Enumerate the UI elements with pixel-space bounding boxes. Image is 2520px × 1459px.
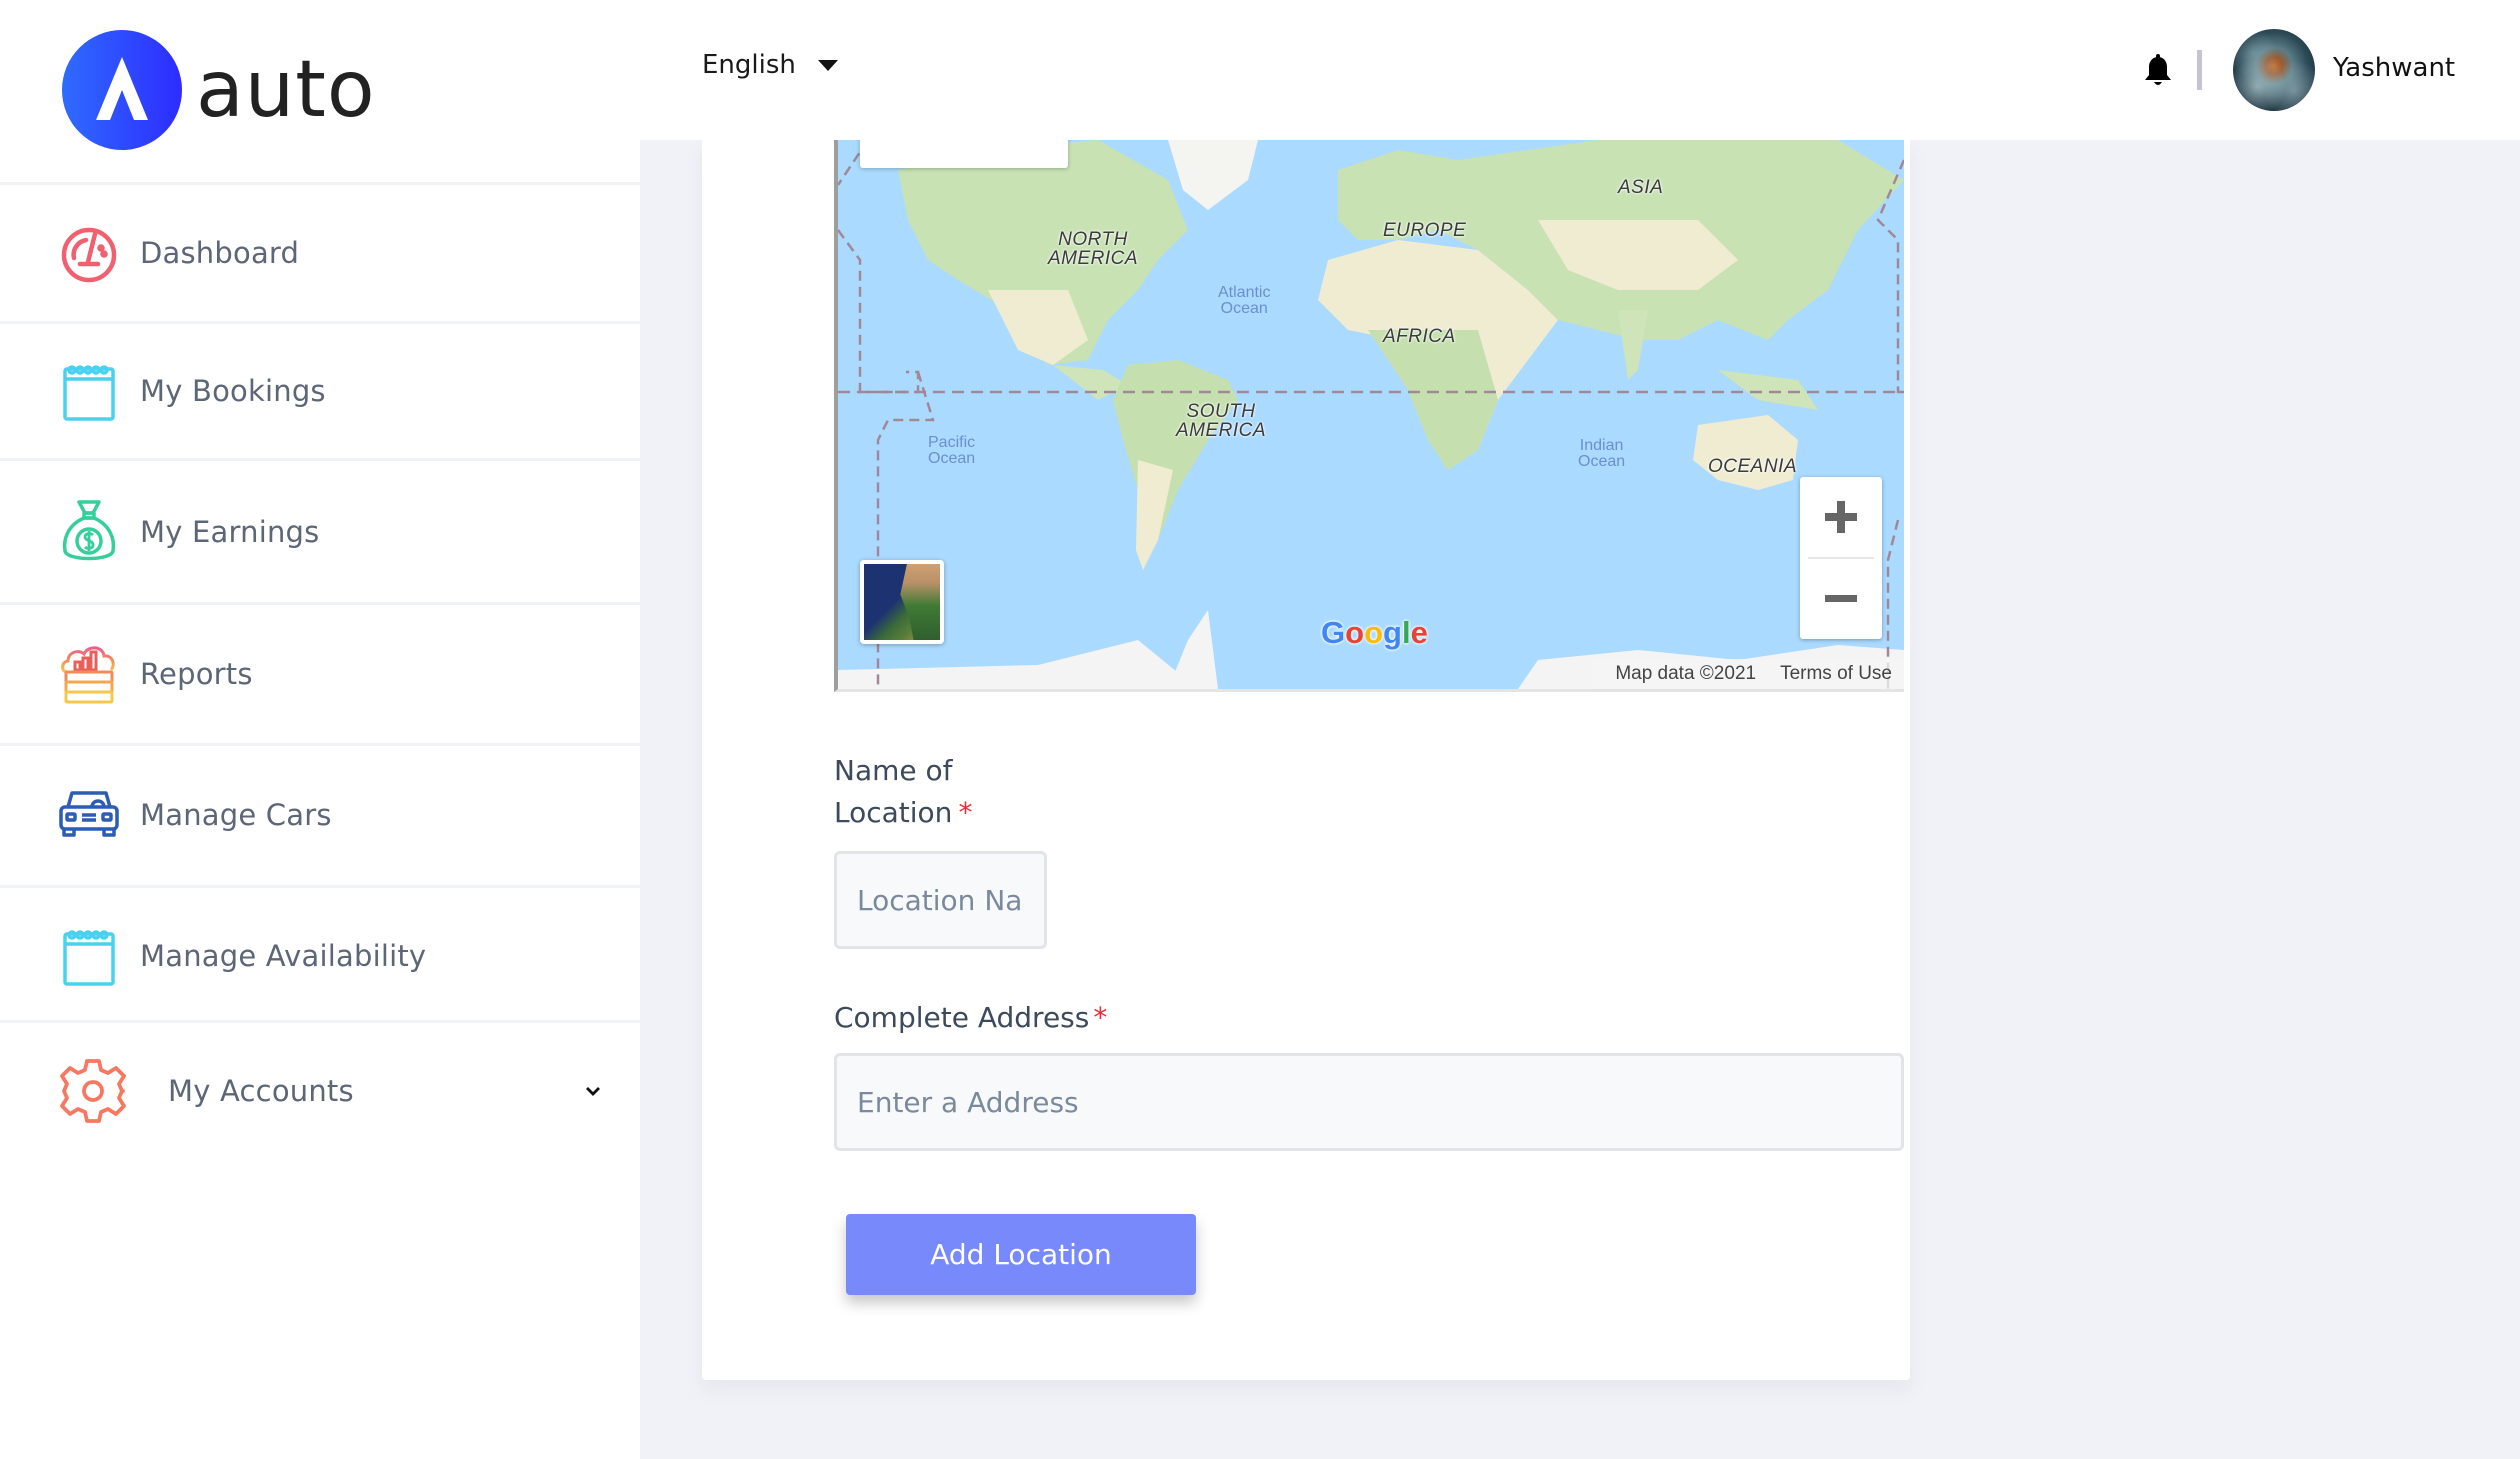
brand-name: auto: [196, 45, 376, 135]
address-label: Complete Address *: [834, 1001, 1108, 1034]
header-divider: [2197, 50, 2202, 90]
address-input[interactable]: [834, 1053, 1904, 1151]
sidebar-item-my-bookings[interactable]: My Bookings: [0, 324, 640, 458]
map-label-asia: ASIA: [1618, 177, 1664, 198]
required-asterisk: *: [958, 796, 973, 829]
australia-shape: [1693, 415, 1798, 490]
google-logo-letter: l: [1401, 615, 1411, 650]
map-label-south-america: SOUTH AMERICA: [1176, 401, 1267, 441]
main-content: NORTH AMERICA SOUTH AMERICA EUROPE AFRICA …: [640, 140, 2520, 1459]
sidebar-item-manage-availability[interactable]: Manage Availability: [0, 888, 640, 1024]
google-map[interactable]: NORTH AMERICA SOUTH AMERICA EUROPE AFRICA …: [834, 140, 1904, 692]
map-label-africa: AFRICA: [1383, 326, 1456, 347]
location-name-label: Name of Location *: [834, 754, 973, 829]
greenland-shape: [1168, 140, 1258, 210]
map-label-north-america: NORTH AMERICA: [1048, 229, 1139, 269]
sidebar-item-my-earnings[interactable]: My Earnings: [0, 461, 640, 602]
sidebar-item-label: Manage Availability: [140, 939, 427, 973]
google-logo-letter: g: [1383, 615, 1402, 650]
sidebar-item-label: My Earnings: [140, 514, 320, 549]
top-header: auto English Yashwant: [0, 0, 2520, 150]
google-logo-letter: e: [1410, 615, 1428, 650]
add-location-button[interactable]: Add Location: [846, 1214, 1196, 1295]
sidebar-item-dashboard[interactable]: Dashboard: [0, 185, 640, 321]
chevron-down-icon[interactable]: [584, 1082, 602, 1101]
user-avatar[interactable]: [2233, 29, 2315, 111]
logo-mark-icon: [62, 30, 182, 150]
gear-icon: [58, 1056, 128, 1126]
bell-icon[interactable]: [2142, 54, 2174, 88]
user-name[interactable]: Yashwant: [2333, 53, 2455, 83]
google-logo-letter: G: [1321, 615, 1346, 650]
sidebar-item-label: Dashboard: [140, 236, 300, 270]
language-selected: English: [702, 50, 796, 80]
speedometer-icon: [58, 220, 120, 286]
sidebar-item-manage-cars[interactable]: Manage Cars: [0, 746, 640, 884]
calendar-icon: [58, 923, 120, 989]
money-bag-icon: [58, 499, 120, 565]
google-logo-letter: o: [1364, 615, 1383, 650]
map-data-text: Map data ©2021: [1615, 663, 1757, 684]
map-label-atlantic: Atlantic Ocean: [1218, 284, 1271, 317]
zoom-in-button[interactable]: [1800, 477, 1882, 557]
zoom-out-button[interactable]: [1800, 559, 1882, 639]
sidebar: Dashboard My Bookings My Earnings Report…: [0, 140, 640, 1459]
google-logo: Google: [1321, 615, 1428, 651]
minus-icon: [1825, 595, 1857, 602]
sidebar-item-reports[interactable]: Reports: [0, 605, 640, 743]
view-larger-map-box: View larger map: [860, 140, 1068, 168]
india-shape: [1618, 310, 1648, 380]
map-attribution: Map data ©2021 Terms of Use: [1591, 659, 1904, 689]
plus-icon: [1825, 501, 1857, 533]
map-label-europe: EUROPE: [1383, 220, 1467, 241]
sidebar-item-label: Manage Cars: [140, 798, 332, 832]
add-location-card: NORTH AMERICA SOUTH AMERICA EUROPE AFRICA …: [702, 140, 1910, 1380]
sidebar-item-label: My Bookings: [140, 374, 326, 408]
avatar-image: [2233, 29, 2315, 111]
brand-logo[interactable]: auto: [62, 30, 376, 150]
cloud-report-icon: [58, 641, 120, 707]
language-dropdown[interactable]: English: [702, 50, 838, 80]
location-name-input[interactable]: [834, 851, 1047, 949]
caret-down-icon: [817, 59, 838, 71]
calendar-icon: [58, 358, 120, 424]
world-map-tiles: [838, 140, 1904, 689]
satellite-toggle-button[interactable]: [860, 560, 944, 644]
sidebar-item-label: Reports: [140, 657, 253, 691]
google-logo-letter: o: [1345, 615, 1365, 650]
required-asterisk: *: [1093, 1001, 1108, 1034]
map-label-indian: Indian Ocean: [1578, 437, 1626, 470]
satellite-thumbnail: [900, 564, 940, 640]
map-label-pacific: Pacific Ocean: [928, 434, 976, 467]
map-zoom-control: [1800, 477, 1882, 639]
sidebar-item-my-accounts[interactable]: My Accounts: [0, 1023, 640, 1159]
indonesia-shape: [1718, 370, 1818, 410]
car-icon: [58, 782, 120, 848]
sidebar-item-label: My Accounts: [168, 1074, 354, 1108]
map-label-oceania: OCEANIA: [1708, 456, 1798, 477]
terms-of-use-link[interactable]: Terms of Use: [1780, 663, 1892, 685]
